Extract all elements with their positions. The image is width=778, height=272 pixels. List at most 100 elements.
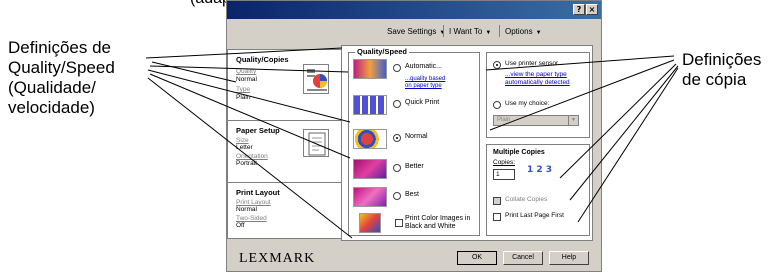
- quality-speed-title: Quality/Speed: [355, 47, 410, 56]
- option-normal[interactable]: Normal: [353, 129, 479, 151]
- callout-quality-speed: Definições de Quality/Speed (Qualidade/ …: [8, 38, 198, 118]
- option-better[interactable]: Better: [353, 159, 479, 181]
- multiple-copies-title: Multiple Copies: [493, 149, 545, 156]
- quick-print-label: Quick Print: [405, 99, 440, 106]
- menu-bar: Save Settings▼ I Want To▼ Options▼: [227, 23, 601, 39]
- save-settings-label: Save Settings: [387, 27, 437, 36]
- sidebar-paper-title: Paper Setup: [236, 126, 280, 135]
- sidebar-size-value: Letter: [236, 144, 253, 151]
- menu-separator: [499, 25, 500, 37]
- print-last-page-first-checkbox[interactable]: [493, 213, 501, 221]
- use-printer-sensor-radio[interactable]: [493, 61, 501, 69]
- sidebar-print-layout[interactable]: Print Layout Print Layout Normal Two-Sid…: [227, 183, 341, 239]
- chevron-down-icon: ▼: [535, 30, 542, 36]
- sensor-sub-2[interactable]: automatically detected: [505, 79, 570, 86]
- best-label: Best: [405, 191, 420, 198]
- copy-settings-column: Use printer sensor... ...view the paper …: [486, 52, 590, 236]
- bottom-bar: LEXMARK OK Cancel Help: [227, 245, 601, 271]
- sidebar: Quality/Copies Quality Normal Type Plain…: [227, 49, 341, 239]
- callout-right-line-2: de cópia: [682, 70, 747, 89]
- sidebar-orientation-label: Orientation: [236, 153, 268, 160]
- print-bw-label-1: Print Color Images in: [405, 215, 471, 222]
- chevron-down-icon: ▼: [568, 116, 578, 125]
- use-printer-sensor-label: Use printer sensor...: [505, 60, 564, 67]
- help-title-button[interactable]: ?: [573, 4, 585, 15]
- help-button[interactable]: Help: [549, 251, 589, 265]
- sidebar-quality-copies[interactable]: Quality/Copies Quality Normal Type Plain: [227, 49, 341, 121]
- callout-left-line-4: velocidade): [8, 98, 95, 117]
- callout-left-line-3: (Qualidade/: [8, 78, 96, 97]
- portrait-page-icon: [303, 129, 329, 157]
- callout-copy-settings: Definições de cópia: [682, 50, 776, 90]
- collate-pages-icon: 1 2 3: [527, 165, 571, 189]
- settings-panel: Quality/Speed Automatic... ...quality ba…: [341, 45, 593, 241]
- normal-quality-icon: [353, 129, 387, 149]
- normal-radio[interactable]: [393, 134, 401, 142]
- sidebar-quality-label: Quality: [236, 68, 257, 75]
- sidebar-quality-value: Normal: [236, 76, 257, 83]
- automatic-radio[interactable]: [393, 64, 401, 72]
- options-label: Options: [505, 27, 533, 36]
- save-settings-menu[interactable]: Save Settings▼: [387, 27, 445, 36]
- title-bar: ? ×: [227, 1, 601, 19]
- collate-copies-label: Collate Copies: [505, 196, 548, 203]
- callout-left-line-1: Definições de: [8, 38, 112, 57]
- use-my-choice-radio[interactable]: [493, 101, 501, 109]
- color-images-icon: [359, 213, 381, 233]
- menu-separator: [443, 25, 444, 37]
- lexmark-logo: LEXMARK: [239, 251, 316, 266]
- automatic-sub-1[interactable]: ...quality based: [405, 76, 445, 82]
- sidebar-type-label: Type: [236, 86, 251, 93]
- callout-left-line-2: Quality/Speed: [8, 58, 115, 77]
- sidebar-orientation-value: Portrait: [236, 160, 257, 167]
- option-print-bw[interactable]: Print Color Images in Black and White: [353, 213, 479, 235]
- paper-type-group: Use printer sensor... ...view the paper …: [486, 52, 590, 138]
- normal-label: Normal: [405, 133, 428, 140]
- automatic-label: Automatic...: [405, 63, 442, 70]
- sidebar-two-sided-value: Off: [236, 222, 245, 229]
- print-bw-checkbox[interactable]: [395, 219, 403, 227]
- quality-speed-group: Quality/Speed Automatic... ...quality ba…: [348, 47, 480, 236]
- copies-value: 1: [496, 171, 500, 178]
- best-quality-icon: [353, 187, 387, 207]
- callout-right-line-1: Definições: [682, 50, 762, 69]
- collate-copies-checkbox[interactable]: [493, 197, 501, 205]
- better-quality-icon: [353, 159, 387, 179]
- quick-print-icon: [353, 95, 387, 115]
- sidebar-layout-value: Normal: [236, 206, 257, 213]
- sidebar-layout-label: Print Layout: [236, 199, 271, 206]
- copies-stepper[interactable]: 1: [493, 169, 515, 180]
- option-automatic[interactable]: Automatic... ...quality based on paper t…: [353, 59, 479, 89]
- i-want-to-menu[interactable]: I Want To ▼: [449, 27, 491, 36]
- better-radio[interactable]: [393, 164, 401, 172]
- options-menu[interactable]: Options ▼: [505, 27, 542, 36]
- automatic-sub-2[interactable]: on paper type: [405, 83, 442, 89]
- sidebar-layout-title: Print Layout: [236, 188, 280, 197]
- sidebar-two-sided-label: Two-Sided: [236, 215, 267, 222]
- sensor-sub-1[interactable]: ...view the paper type: [505, 71, 567, 78]
- automatic-quality-icon: [353, 59, 387, 79]
- sidebar-size-label: Size: [236, 137, 249, 144]
- copies-label: Copies:: [493, 159, 516, 166]
- document-thumbnail-icon: [303, 64, 329, 94]
- paper-type-dropdown[interactable]: Plain ▼: [493, 115, 579, 126]
- option-best[interactable]: Best: [353, 187, 479, 209]
- best-radio[interactable]: [393, 192, 401, 200]
- use-my-choice-label: Use my choice:: [505, 100, 550, 107]
- print-last-page-first-label: Print Last Page First: [505, 212, 564, 219]
- i-want-to-label: I Want To: [449, 27, 483, 36]
- multiple-copies-group: Multiple Copies Copies: 1 1 2 3 Collate …: [486, 144, 590, 236]
- sidebar-paper-setup[interactable]: Paper Setup Size Letter Orientation Port…: [227, 121, 341, 183]
- print-properties-window: ? × Save Settings▼ I Want To▼ Options▼ Q…: [226, 0, 602, 272]
- better-label: Better: [405, 163, 424, 170]
- sidebar-quality-title: Quality/Copies: [236, 55, 289, 64]
- close-title-button[interactable]: ×: [586, 4, 598, 15]
- quick-print-radio[interactable]: [393, 100, 401, 108]
- print-bw-label-2: Black and White: [405, 223, 456, 230]
- cancel-button[interactable]: Cancel: [503, 251, 543, 265]
- sidebar-type-value: Plain: [236, 94, 251, 101]
- collate-graphic-text: 1 2 3: [527, 165, 553, 175]
- option-quick-print[interactable]: Quick Print: [353, 95, 479, 117]
- ok-button[interactable]: OK: [457, 251, 497, 265]
- paper-type-value: Plain: [497, 117, 511, 123]
